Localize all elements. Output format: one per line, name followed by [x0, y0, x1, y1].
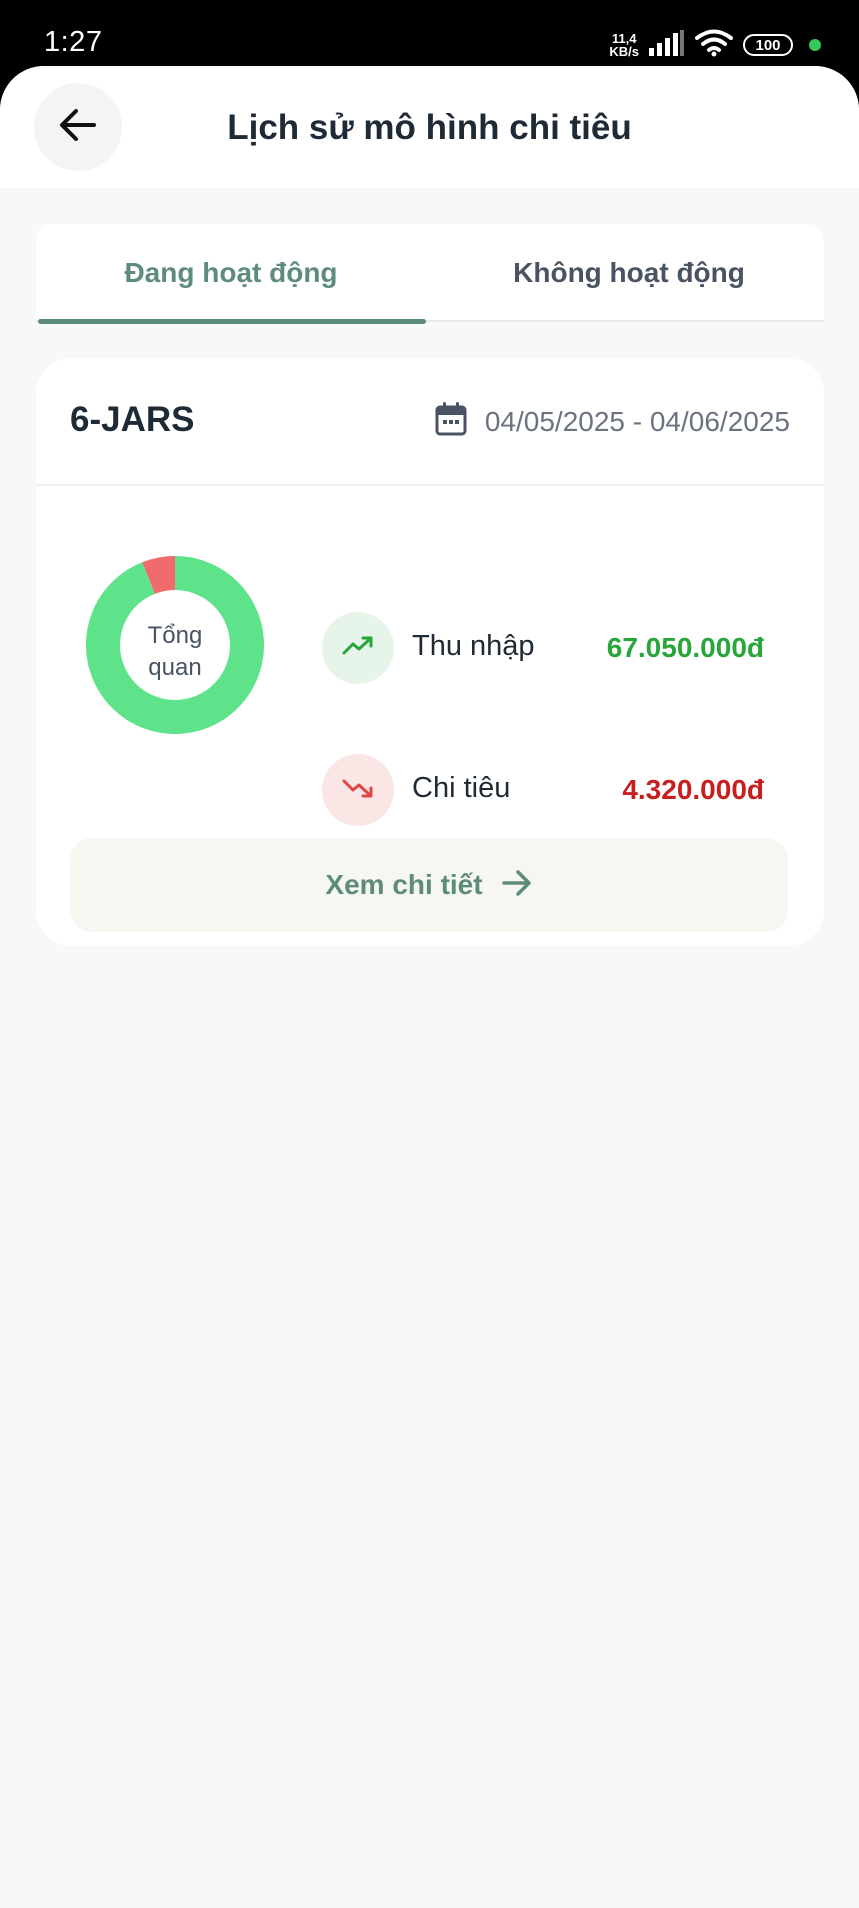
income-label: Thu nhập — [412, 630, 535, 662]
app-screen: Lịch sử mô hình chi tiêu Đang hoạt động … — [0, 66, 859, 1908]
tab-active[interactable]: Đang hoạt động — [36, 224, 426, 324]
network-speed: 11,4 KB/s — [609, 32, 639, 58]
privacy-dot — [809, 39, 821, 51]
expense-icon-badge — [322, 754, 394, 826]
battery-indicator: 100 — [743, 34, 793, 56]
page-title: Lịch sử mô hình chi tiêu — [227, 108, 632, 147]
date-range: 04/05/2025 - 04/06/2025 — [435, 402, 790, 441]
arrow-right-icon — [501, 869, 533, 902]
header: Lịch sử mô hình chi tiêu — [0, 66, 859, 188]
income-value: 67.050.000đ — [606, 632, 764, 663]
status-icons: 11,4 KB/s 100 — [609, 28, 821, 62]
card-header: 6-JARS 04/05/2025 - 04/06/2025 — [36, 358, 824, 486]
tab-active-indicator — [38, 319, 426, 324]
card-title: 6-JARS — [70, 400, 195, 439]
donut-label-line1: Tổng — [147, 622, 203, 649]
date-range-text: 04/05/2025 - 04/06/2025 — [484, 405, 790, 437]
expense-label: Chi tiêu — [412, 772, 511, 804]
donut-center-label: Tổng quan — [86, 620, 264, 684]
spending-model-card: 6-JARS 04/05/2025 - 04/06/2025 Tổng quan… — [36, 358, 824, 946]
donut-slice-expense — [142, 556, 176, 595]
status-bar: 1:27 11,4 KB/s 100 — [0, 0, 859, 68]
status-time: 1:27 — [44, 26, 103, 58]
view-details-button[interactable]: Xem chi tiết — [70, 838, 788, 932]
signal-icon — [649, 29, 685, 61]
tab-active-label: Đang hoạt động — [124, 257, 338, 288]
income-icon-badge — [322, 612, 394, 684]
tab-inactive[interactable]: Không hoạt động — [434, 224, 824, 322]
donut-label-line2: quan — [148, 654, 202, 681]
expense-value: 4.320.000đ — [622, 774, 764, 805]
view-details-label: Xem chi tiết — [325, 869, 483, 900]
trending-down-icon — [342, 777, 374, 804]
network-speed-unit: KB/s — [609, 44, 639, 59]
tab-inactive-label: Không hoạt động — [513, 257, 745, 288]
calendar-icon — [435, 402, 467, 441]
trending-up-icon — [342, 635, 374, 662]
wifi-icon — [695, 29, 733, 62]
tab-bar: Đang hoạt động Không hoạt động — [36, 224, 824, 324]
